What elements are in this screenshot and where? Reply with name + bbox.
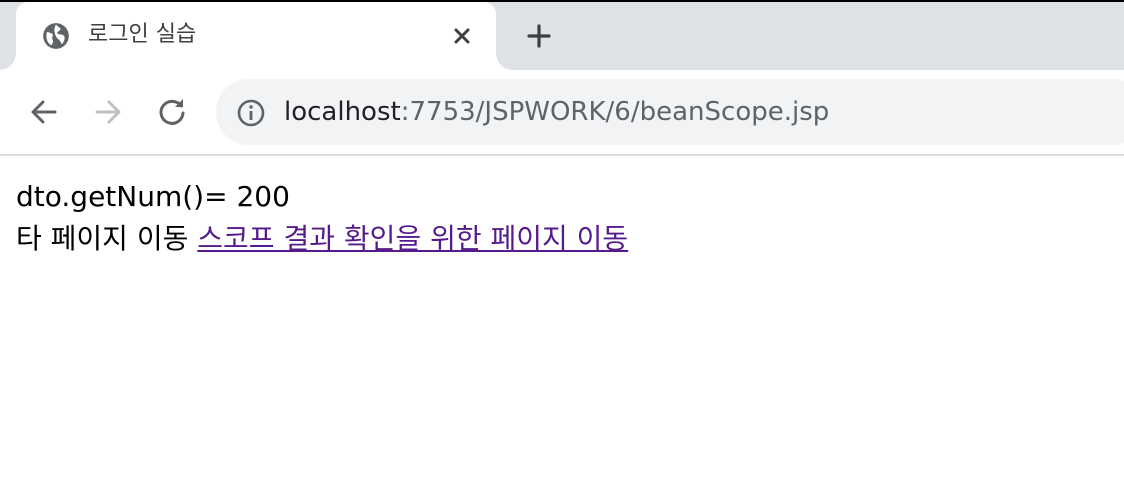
forward-arrow-icon — [95, 100, 121, 124]
toolbar-divider — [0, 154, 1124, 156]
navigation-text: 타 페이지 이동 — [16, 222, 189, 255]
back-arrow-icon[interactable] — [26, 94, 62, 130]
reload-icon[interactable] — [154, 94, 190, 130]
navigation-line: 타 페이지 이동 스코프 결과 확인을 위한 페이지 이동 — [16, 218, 628, 260]
url-path: :7753/JSPWORK/6/beanScope.jsp — [400, 97, 830, 127]
page-content: dto.getNum()= 200 타 페이지 이동 스코프 결과 확인을 위한… — [16, 176, 628, 260]
dto-label: dto.getNum()= — [16, 180, 228, 213]
dto-value: 200 — [236, 180, 290, 213]
close-icon[interactable] — [450, 24, 474, 48]
dto-output-line: dto.getNum()= 200 — [16, 176, 628, 218]
globe-icon — [43, 23, 69, 49]
browser-tab[interactable]: 로그인 실습 — [0, 2, 512, 70]
scope-result-link[interactable]: 스코프 결과 확인을 위한 페이지 이동 — [197, 222, 628, 255]
info-icon[interactable] — [236, 98, 266, 128]
plus-icon[interactable] — [524, 21, 554, 51]
tab-title: 로그인 실습 — [88, 22, 197, 47]
url-text[interactable]: localhost:7753/JSPWORK/6/beanScope.jsp — [284, 96, 829, 128]
url-host: localhost — [284, 97, 401, 127]
